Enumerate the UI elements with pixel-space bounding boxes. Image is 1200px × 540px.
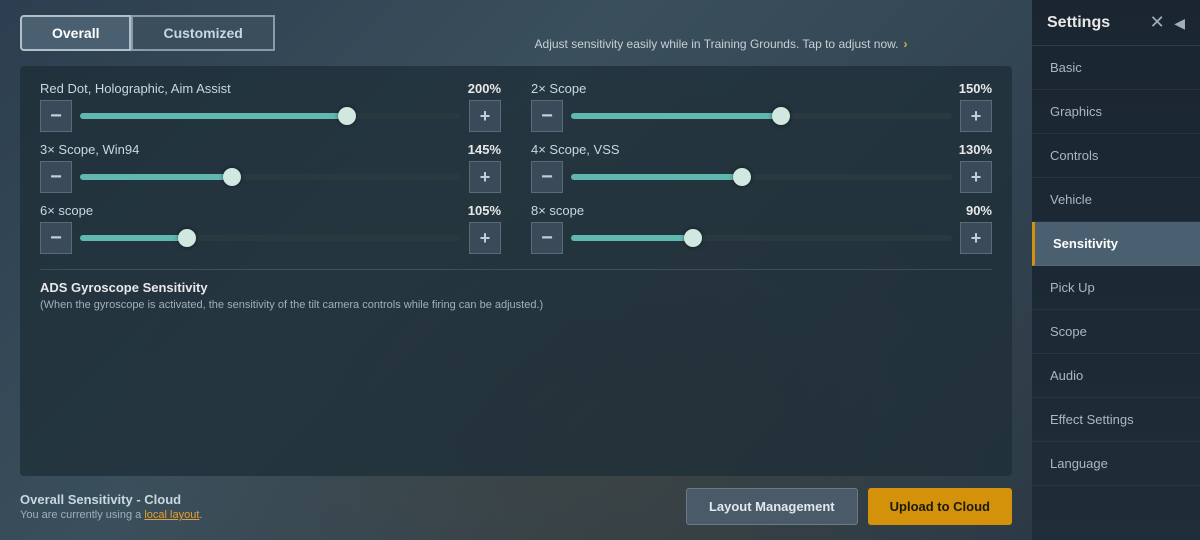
tab-overall[interactable]: Overall: [20, 15, 131, 51]
slider-8x-scope: 8× scope 90% − +: [531, 203, 992, 254]
slider-6x-track[interactable]: [80, 235, 461, 241]
tabs-container: Overall Customized Adjust sensitivity ea…: [20, 15, 1012, 51]
slider-8x-track[interactable]: [571, 235, 952, 241]
sidebar: Settings ✕ ◀ Basic Graphics Controls Veh…: [1032, 0, 1200, 540]
slider-4x-label: 4× Scope, VSS: [531, 142, 620, 157]
sensitivity-cloud-subtitle: You are currently using a local layout.: [20, 509, 202, 521]
sliders-grid: Red Dot, Holographic, Aim Assist 200% − …: [40, 81, 992, 254]
slider-8x-plus[interactable]: +: [960, 222, 992, 254]
back-icon[interactable]: ◀: [1174, 15, 1185, 31]
slider-3x-scope: 3× Scope, Win94 145% − +: [40, 142, 501, 193]
layout-management-button[interactable]: Layout Management: [686, 488, 858, 525]
slider-3x-value: 145%: [468, 142, 501, 157]
slider-6x-plus[interactable]: +: [469, 222, 501, 254]
sidebar-items: Basic Graphics Controls Vehicle Sensitiv…: [1032, 46, 1200, 540]
slider-4x-plus[interactable]: +: [960, 161, 992, 193]
slider-2x-label: 2× Scope: [531, 81, 586, 96]
sidebar-item-audio[interactable]: Audio: [1032, 354, 1200, 398]
sidebar-item-basic[interactable]: Basic: [1032, 46, 1200, 90]
slider-4x-value: 130%: [959, 142, 992, 157]
slider-3x-minus[interactable]: −: [40, 161, 72, 193]
sidebar-item-scope[interactable]: Scope: [1032, 310, 1200, 354]
sidebar-item-pickup[interactable]: Pick Up: [1032, 266, 1200, 310]
slider-6x-value: 105%: [468, 203, 501, 218]
upload-to-cloud-button[interactable]: Upload to Cloud: [868, 488, 1012, 525]
sidebar-item-effect-settings[interactable]: Effect Settings: [1032, 398, 1200, 442]
slider-6x-scope: 6× scope 105% − +: [40, 203, 501, 254]
slider-red-dot-minus[interactable]: −: [40, 100, 72, 132]
slider-2x-value: 150%: [959, 81, 992, 96]
ads-section: ADS Gyroscope Sensitivity (When the gyro…: [40, 269, 992, 311]
settings-panel: Red Dot, Holographic, Aim Assist 200% − …: [20, 66, 1012, 476]
sidebar-header: Settings ✕ ◀: [1032, 0, 1200, 46]
slider-2x-track[interactable]: [571, 113, 952, 119]
slider-3x-label: 3× Scope, Win94: [40, 142, 139, 157]
slider-red-dot-label: Red Dot, Holographic, Aim Assist: [40, 81, 231, 96]
slider-red-dot-plus[interactable]: +: [469, 100, 501, 132]
sidebar-item-controls[interactable]: Controls: [1032, 134, 1200, 178]
sensitivity-cloud-title: Overall Sensitivity - Cloud: [20, 492, 202, 507]
bottom-bar: Overall Sensitivity - Cloud You are curr…: [20, 488, 1012, 525]
slider-2x-scope: 2× Scope 150% − +: [531, 81, 992, 132]
slider-6x-label: 6× scope: [40, 203, 93, 218]
slider-6x-minus[interactable]: −: [40, 222, 72, 254]
ads-title: ADS Gyroscope Sensitivity: [40, 280, 992, 295]
slider-red-dot-value: 200%: [468, 81, 501, 96]
slider-red-dot-track[interactable]: [80, 113, 461, 119]
slider-2x-plus[interactable]: +: [960, 100, 992, 132]
slider-4x-minus[interactable]: −: [531, 161, 563, 193]
slider-8x-label: 8× scope: [531, 203, 584, 218]
main-content: Overall Customized Adjust sensitivity ea…: [0, 0, 1032, 540]
local-layout-link[interactable]: local layout: [144, 509, 199, 521]
sidebar-item-sensitivity[interactable]: Sensitivity: [1032, 222, 1200, 266]
ads-description: (When the gyroscope is activated, the se…: [40, 299, 992, 311]
sidebar-item-vehicle[interactable]: Vehicle: [1032, 178, 1200, 222]
slider-8x-value: 90%: [966, 203, 992, 218]
sidebar-title: Settings: [1047, 14, 1110, 32]
slider-2x-minus[interactable]: −: [531, 100, 563, 132]
sidebar-item-language[interactable]: Language: [1032, 442, 1200, 486]
slider-3x-track[interactable]: [80, 174, 461, 180]
slider-4x-track[interactable]: [571, 174, 952, 180]
sidebar-item-graphics[interactable]: Graphics: [1032, 90, 1200, 134]
slider-3x-plus[interactable]: +: [469, 161, 501, 193]
slider-4x-scope: 4× Scope, VSS 130% − +: [531, 142, 992, 193]
training-notice-arrow: ›: [903, 37, 907, 51]
slider-red-dot: Red Dot, Holographic, Aim Assist 200% − …: [40, 81, 501, 132]
tab-customized[interactable]: Customized: [131, 15, 274, 51]
slider-8x-minus[interactable]: −: [531, 222, 563, 254]
close-icon[interactable]: ✕: [1150, 12, 1165, 32]
sensitivity-info: Overall Sensitivity - Cloud You are curr…: [20, 492, 202, 521]
bottom-buttons: Layout Management Upload to Cloud: [686, 488, 1012, 525]
training-notice[interactable]: Adjust sensitivity easily while in Train…: [440, 37, 1002, 51]
